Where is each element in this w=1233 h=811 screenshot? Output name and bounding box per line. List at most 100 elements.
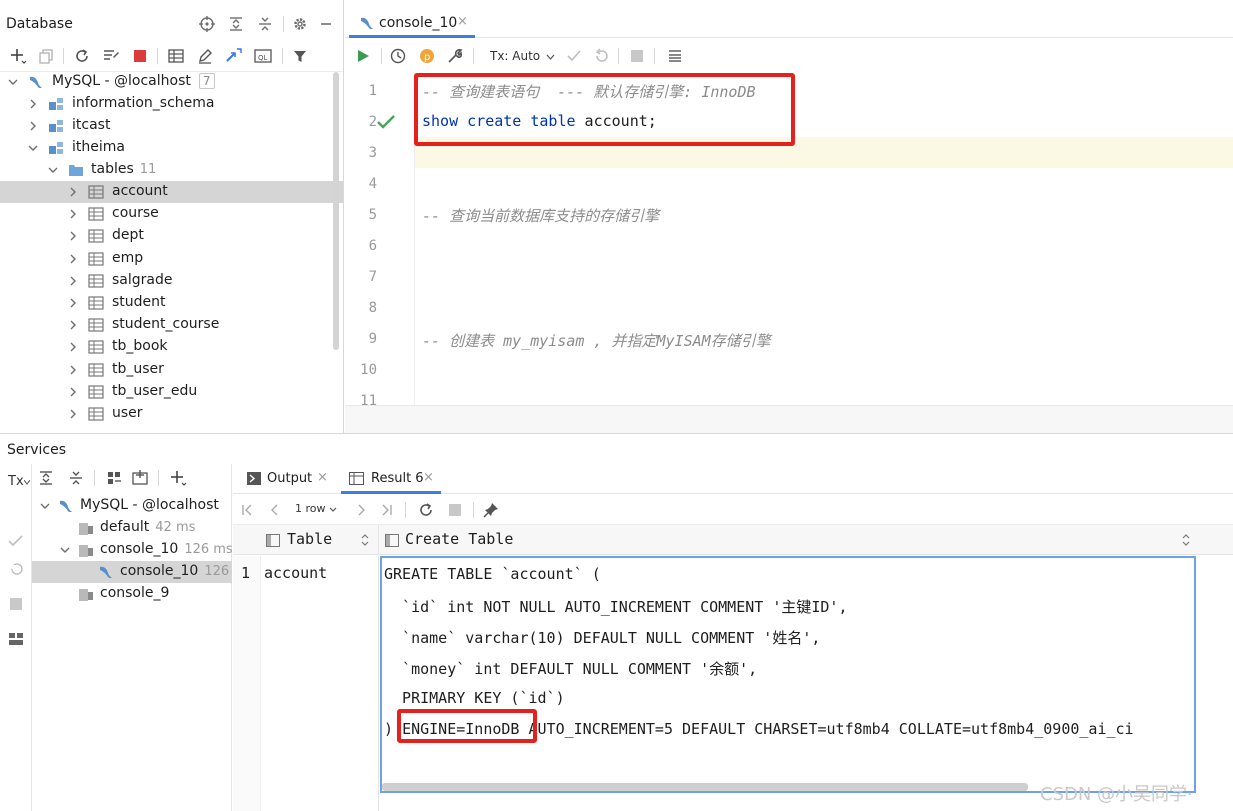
rollback-icon[interactable] [591,46,611,66]
ql-console-icon[interactable]: QL [253,46,273,66]
tree-item-itcast[interactable]: itcast [0,115,343,137]
commit-check-icon[interactable] [564,46,584,66]
last-page-icon[interactable] [381,504,393,516]
chevron-right-icon[interactable] [68,319,78,331]
service-item-console-9[interactable]: console_9 [32,583,232,605]
tree-item-label: student [112,294,166,310]
chevron-down-icon[interactable] [48,164,58,176]
jump-icon[interactable] [224,46,244,66]
tree-item-table-user[interactable]: user [0,403,343,425]
table-view-icon[interactable] [166,46,186,66]
tree-item-table-salgrade[interactable]: salgrade [0,270,343,292]
service-item-mysql-localhost[interactable]: MySQL - @localhost [32,495,232,517]
output-layout-icon[interactable] [665,46,685,66]
chevron-right-icon[interactable] [68,230,78,242]
history-clock-icon[interactable] [388,46,408,66]
tree-item-table-student[interactable]: student [0,292,343,314]
rows-dropdown[interactable]: 1 row [295,502,337,515]
refresh-icon[interactable] [418,502,434,518]
collapse-all-icon[interactable] [66,468,86,488]
tab-console-10[interactable]: console_10 × [349,8,475,38]
first-page-icon[interactable] [241,504,253,516]
chevron-right-icon[interactable] [68,253,78,265]
table-icon [88,296,104,310]
rollback-icon[interactable] [8,561,24,577]
tab-close-icon[interactable]: × [457,14,468,29]
new-tab-icon[interactable] [130,468,150,488]
settings-gear-icon[interactable] [290,14,310,34]
service-item-console-10[interactable]: console_10 126 ms [32,539,233,561]
horizontal-scrollbar[interactable] [382,783,1028,791]
sort-icon[interactable] [361,534,369,546]
add-icon[interactable] [8,46,28,66]
sort-icon[interactable] [1182,534,1190,546]
chevron-right-icon[interactable] [68,275,78,287]
table-cell[interactable]: account [261,556,379,811]
chevron-down-icon[interactable] [8,76,18,88]
target-icon[interactable] [197,14,217,34]
stop-icon[interactable] [130,46,150,66]
code-line-5[interactable]: -- 查询当前数据库支持的存储引擎 [422,205,659,226]
tree-item-table-emp[interactable]: emp [0,248,343,270]
mysql-dolphin-icon [100,566,112,578]
tree-item-table-dept[interactable]: dept [0,225,343,247]
create-table-cell-editor[interactable]: GREATE TABLE `account` ( `id` int NOT NU… [380,556,1196,793]
tree-item-tables[interactable]: tables 11 [0,159,343,181]
tree-item-mysql-localhost[interactable]: MySQL - @localhost 7 [0,71,343,93]
column-header-table[interactable]: Table [261,525,379,555]
service-item-console-10-selected[interactable]: console_10 126 ms [32,561,232,583]
add-icon[interactable] [168,468,188,488]
layout-icon[interactable] [8,632,24,646]
tab-close-icon[interactable]: × [317,470,328,485]
chevron-down-icon[interactable] [60,545,70,555]
stop-icon[interactable] [10,598,22,610]
tree-item-table-tb-user-edu[interactable]: tb_user_edu [0,381,343,403]
group-by-icon[interactable] [104,468,124,488]
tree-scrollbar[interactable] [333,72,339,350]
tx-icon[interactable]: Tx [8,474,30,489]
chevron-right-icon[interactable] [28,120,38,132]
tree-item-table-tb-book[interactable]: tb_book [0,336,343,358]
stop-icon[interactable] [627,46,647,66]
commit-check-icon[interactable] [8,534,24,548]
stop-icon[interactable] [449,504,461,516]
execute-run-icon[interactable] [353,46,373,66]
tree-item-table-student-course[interactable]: student_course [0,314,343,336]
pin-icon[interactable] [483,502,499,518]
tree-item-itheima[interactable]: itheima [0,137,343,159]
chevron-down-icon[interactable] [40,501,50,511]
refresh-icon[interactable] [72,46,92,66]
tree-item-table-course[interactable]: course [0,203,343,225]
code-line-9[interactable]: -- 创建表 my_myisam , 并指定MyISAM存储引擎 [422,330,771,351]
tab-result-6[interactable]: Result 6 × [341,464,441,494]
schema-settings-icon[interactable] [101,46,121,66]
chevron-right-icon[interactable] [68,297,78,309]
copy-icon[interactable] [36,46,56,66]
tree-item-table-account[interactable]: account [0,181,343,203]
collapse-all-icon[interactable] [255,14,275,34]
prev-page-icon[interactable] [269,504,281,516]
chevron-right-icon[interactable] [68,186,78,198]
chevron-right-icon[interactable] [28,98,38,110]
filter-icon[interactable] [290,46,310,66]
chevron-right-icon[interactable] [68,208,78,220]
transaction-mode-dropdown[interactable]: Tx: Auto [490,49,555,63]
tree-item-table-tb-user[interactable]: tb_user [0,359,343,381]
chevron-right-icon[interactable] [68,341,78,353]
tree-item-information-schema[interactable]: information_schema [0,93,343,115]
expand-all-icon[interactable] [226,14,246,34]
tab-output[interactable]: Output × [243,464,335,494]
chevron-right-icon[interactable] [68,408,78,420]
expand-all-icon[interactable] [36,468,56,488]
tab-close-icon[interactable]: × [423,470,434,485]
parameters-p-icon[interactable]: p [417,46,437,66]
column-header-create-table[interactable]: Create Table [380,525,1196,555]
chevron-right-icon[interactable] [68,364,78,376]
chevron-right-icon[interactable] [68,386,78,398]
next-page-icon[interactable] [355,504,367,516]
wrench-icon[interactable] [445,46,465,66]
service-item-default[interactable]: default 42 ms [32,517,232,539]
chevron-down-icon[interactable] [28,142,38,154]
edit-icon[interactable] [195,46,215,66]
minimize-icon[interactable] [316,14,336,34]
